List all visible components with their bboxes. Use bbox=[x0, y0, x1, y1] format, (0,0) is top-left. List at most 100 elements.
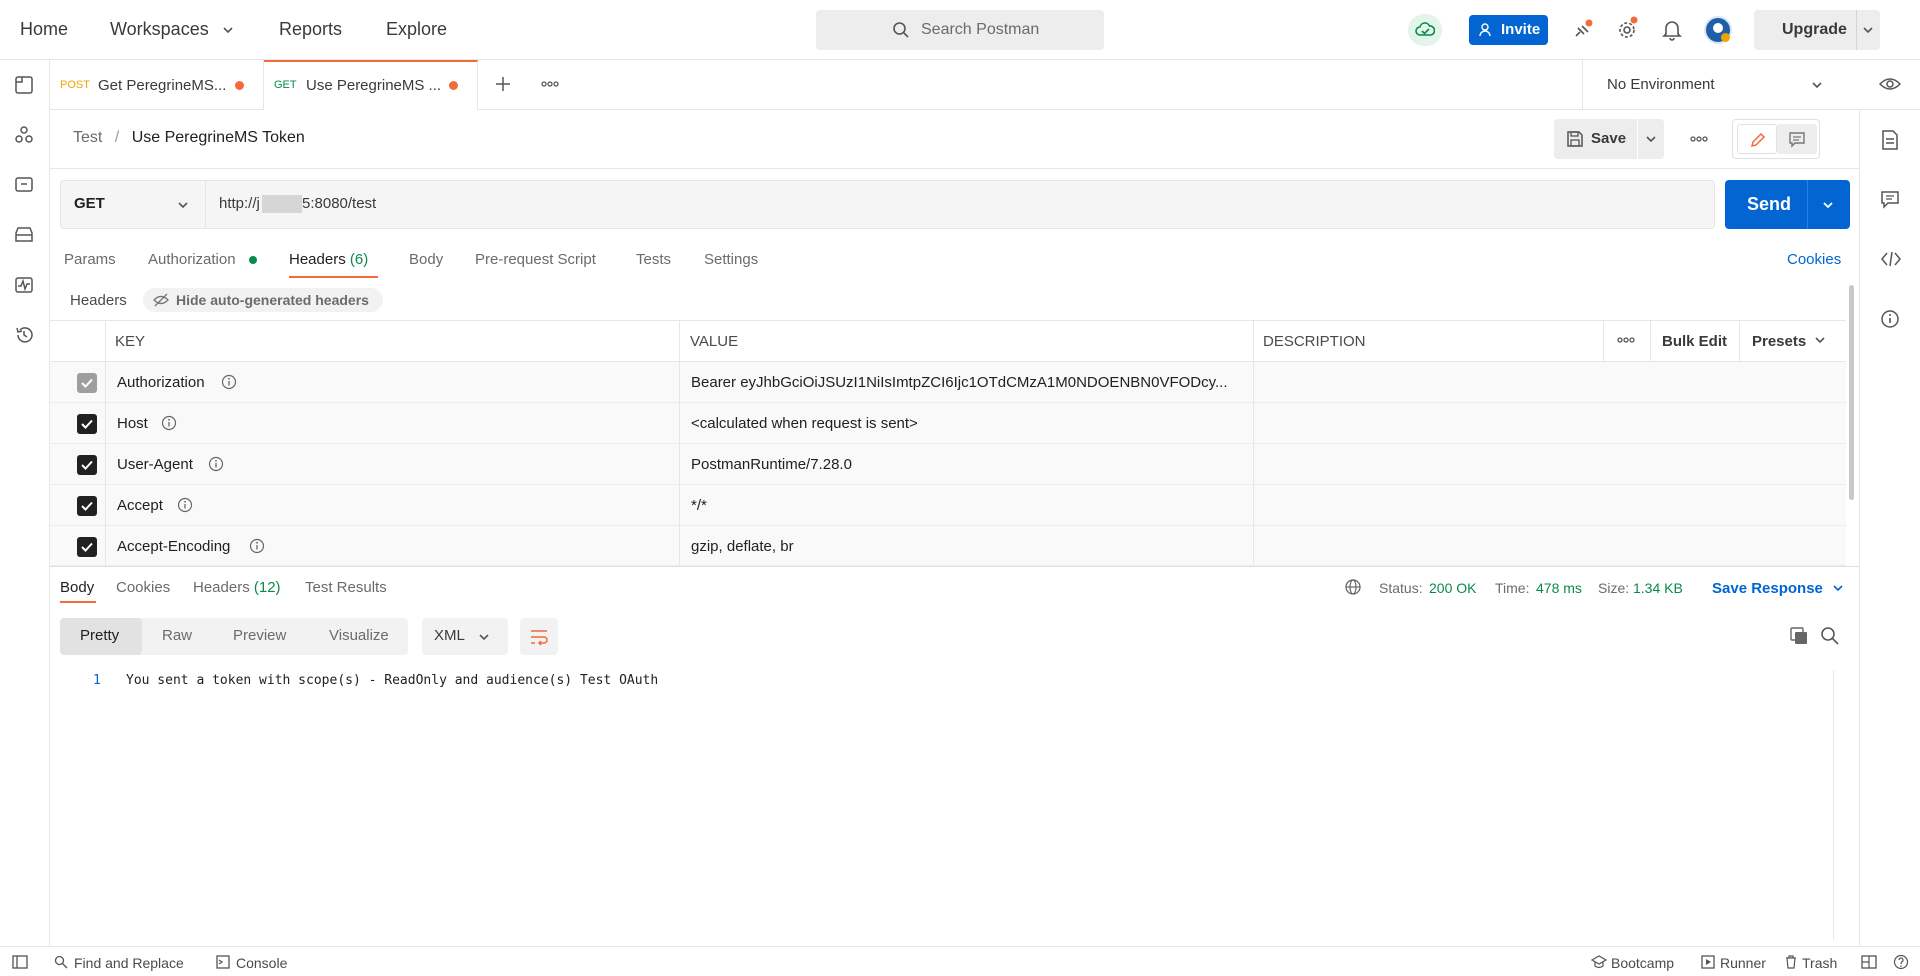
view-mode-raw[interactable]: Raw bbox=[162, 627, 192, 644]
request-tab-active[interactable]: GET Use PeregrineMS ... bbox=[264, 60, 478, 110]
history-icon[interactable] bbox=[14, 325, 34, 345]
row-checkbox[interactable] bbox=[77, 455, 97, 475]
help-icon[interactable] bbox=[1893, 954, 1909, 970]
edit-mode-button[interactable] bbox=[1737, 124, 1777, 154]
hide-auto-headers-toggle[interactable]: Hide auto-generated headers bbox=[143, 288, 383, 312]
header-value[interactable]: PostmanRuntime/7.28.0 bbox=[691, 456, 852, 473]
nav-reports[interactable]: Reports bbox=[279, 19, 342, 40]
find-replace-button[interactable]: Find and Replace bbox=[74, 955, 184, 971]
more-options-icon[interactable] bbox=[1617, 336, 1635, 344]
upgrade-button[interactable]: Upgrade bbox=[1754, 10, 1880, 50]
response-body-text[interactable]: You sent a token with scope(s) - ReadOnl… bbox=[126, 673, 658, 688]
more-options-icon[interactable] bbox=[1690, 135, 1708, 143]
save-response-button[interactable]: Save Response bbox=[1712, 580, 1823, 597]
search-icon[interactable] bbox=[1820, 626, 1840, 646]
scrollbar[interactable] bbox=[1849, 285, 1854, 500]
tab-settings[interactable]: Settings bbox=[704, 251, 758, 268]
bulk-edit-button[interactable]: Bulk Edit bbox=[1662, 333, 1727, 350]
breadcrumb-parent[interactable]: Test bbox=[73, 129, 102, 146]
page-title[interactable]: Use PeregrineMS Token bbox=[132, 129, 305, 146]
row-checkbox[interactable] bbox=[77, 496, 97, 516]
bell-icon[interactable] bbox=[1662, 19, 1682, 41]
satellite-icon[interactable] bbox=[1572, 18, 1594, 40]
info-icon[interactable] bbox=[177, 497, 193, 513]
chevron-down-icon[interactable] bbox=[222, 24, 234, 36]
info-icon[interactable] bbox=[1880, 309, 1900, 329]
search-input[interactable]: Search Postman bbox=[816, 10, 1104, 50]
request-tab[interactable]: POST Get PeregrineMS... bbox=[50, 60, 264, 110]
nav-home[interactable]: Home bbox=[20, 19, 68, 40]
runner-button[interactable]: Runner bbox=[1720, 955, 1766, 971]
method-select[interactable]: GET bbox=[61, 181, 206, 228]
info-icon[interactable] bbox=[221, 374, 237, 390]
chevron-down-icon[interactable] bbox=[1645, 133, 1657, 145]
layout-icon[interactable] bbox=[1861, 955, 1877, 969]
time-value[interactable]: 478 ms bbox=[1536, 580, 1582, 596]
status-value[interactable]: 200 OK bbox=[1429, 580, 1476, 596]
info-icon[interactable] bbox=[208, 456, 224, 472]
view-mode-visualize[interactable]: Visualize bbox=[329, 627, 389, 644]
collections-icon[interactable] bbox=[14, 75, 34, 95]
monitors-icon[interactable] bbox=[14, 275, 34, 295]
comment-mode-button[interactable] bbox=[1777, 124, 1817, 154]
header-key[interactable]: Accept bbox=[117, 497, 163, 514]
eye-icon[interactable] bbox=[1879, 76, 1901, 92]
chevron-down-icon[interactable] bbox=[1814, 334, 1826, 346]
apis-icon[interactable] bbox=[14, 125, 34, 145]
globe-icon[interactable] bbox=[1344, 578, 1362, 596]
row-checkbox[interactable] bbox=[77, 414, 97, 434]
nav-explore[interactable]: Explore bbox=[386, 19, 447, 40]
response-tab-test-results[interactable]: Test Results bbox=[305, 579, 387, 596]
response-tab-headers[interactable]: Headers (12) bbox=[193, 579, 281, 596]
chevron-down-icon[interactable] bbox=[1822, 199, 1834, 211]
tab-authorization[interactable]: Authorization bbox=[148, 251, 236, 268]
sidebar-toggle-icon[interactable] bbox=[12, 955, 28, 969]
bootcamp-button[interactable]: Bootcamp bbox=[1611, 955, 1674, 971]
format-select[interactable]: XML bbox=[422, 618, 508, 655]
tab-tests[interactable]: Tests bbox=[636, 251, 671, 268]
tab-body[interactable]: Body bbox=[409, 251, 443, 268]
chevron-down-icon[interactable] bbox=[1862, 24, 1874, 36]
header-key[interactable]: Host bbox=[117, 415, 148, 432]
pane-divider[interactable] bbox=[50, 566, 1859, 567]
avatar[interactable] bbox=[1704, 16, 1732, 44]
info-icon[interactable] bbox=[161, 415, 177, 431]
tab-headers[interactable]: Headers (6) bbox=[289, 251, 368, 268]
documentation-icon[interactable] bbox=[1880, 129, 1900, 151]
nav-workspaces[interactable]: Workspaces bbox=[110, 19, 209, 40]
mock-servers-icon[interactable] bbox=[14, 225, 34, 245]
chevron-down-icon[interactable] bbox=[1832, 582, 1844, 594]
view-mode-pretty[interactable]: Pretty bbox=[60, 618, 142, 655]
save-button[interactable]: Save bbox=[1554, 119, 1664, 159]
more-options-icon[interactable] bbox=[541, 80, 559, 88]
environments-icon[interactable] bbox=[14, 175, 34, 195]
invite-button[interactable]: Invite bbox=[1469, 15, 1548, 45]
send-button[interactable]: Send bbox=[1725, 180, 1850, 229]
info-icon[interactable] bbox=[249, 538, 265, 554]
row-checkbox[interactable] bbox=[77, 537, 97, 557]
comments-icon[interactable] bbox=[1880, 189, 1900, 209]
header-key[interactable]: Authorization bbox=[117, 374, 205, 391]
code-icon[interactable] bbox=[1880, 249, 1902, 269]
environment-selector[interactable]: No Environment bbox=[1583, 60, 1839, 110]
presets-button[interactable]: Presets bbox=[1752, 333, 1806, 350]
trash-button[interactable]: Trash bbox=[1802, 955, 1837, 971]
size-value[interactable]: 1.34 KB bbox=[1633, 580, 1683, 596]
header-value[interactable]: gzip, deflate, br bbox=[691, 538, 794, 555]
sync-status-button[interactable] bbox=[1408, 14, 1442, 46]
copy-icon[interactable] bbox=[1789, 626, 1809, 646]
header-value[interactable]: */* bbox=[691, 497, 707, 514]
console-button[interactable]: Console bbox=[236, 955, 287, 971]
wrap-lines-button[interactable] bbox=[520, 618, 558, 655]
header-value[interactable]: <calculated when request is sent> bbox=[691, 415, 918, 432]
url-input[interactable]: http://j 5:8080/test bbox=[206, 181, 1714, 228]
header-key[interactable]: User-Agent bbox=[117, 456, 193, 473]
settings-gear-icon[interactable] bbox=[1617, 16, 1639, 40]
header-key[interactable]: Accept-Encoding bbox=[117, 538, 230, 555]
plus-icon[interactable] bbox=[494, 75, 512, 93]
response-tab-body[interactable]: Body bbox=[60, 579, 94, 596]
response-tab-cookies[interactable]: Cookies bbox=[116, 579, 170, 596]
cookies-link[interactable]: Cookies bbox=[1787, 251, 1841, 268]
header-value[interactable]: Bearer eyJhbGciOiJSUzI1NiIsImtpZCI6Ijc1O… bbox=[691, 374, 1228, 391]
view-mode-preview[interactable]: Preview bbox=[233, 627, 286, 644]
